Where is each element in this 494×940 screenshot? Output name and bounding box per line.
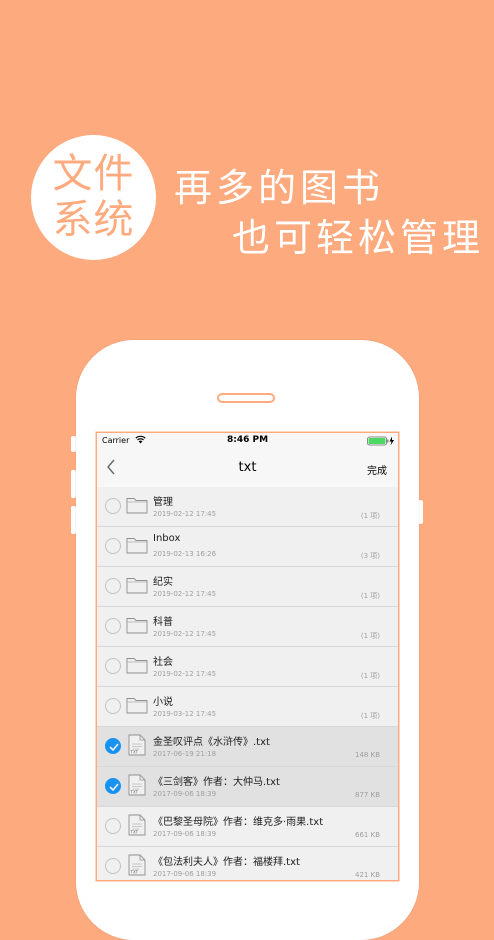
folder-row[interactable]: 管理 2019-02-12 17:45 (1 项) — [97, 487, 398, 527]
item-meta: (1 项) — [360, 592, 380, 600]
item-name: 《包法利夫人》作者：福楼拜.txt — [153, 857, 300, 868]
folder-icon — [126, 656, 148, 678]
badge-line-2: 系统 — [52, 197, 135, 243]
item-name: 纪实 — [153, 577, 173, 588]
phone-screen: Carrier 8:46 PM txt 完成 管理 2019-02-12 17:4… — [97, 433, 398, 880]
item-date: 2019-02-12 17:45 — [153, 630, 217, 638]
item-meta: (1 项) — [360, 672, 380, 680]
item-meta: (1 项) — [360, 632, 380, 640]
file-list: 管理 2019-02-12 17:45 (1 项) Inbox 2019-02-13 1… — [97, 487, 398, 880]
folder-icon — [126, 576, 148, 598]
select-checkbox[interactable] — [105, 698, 121, 714]
select-checkbox[interactable] — [105, 738, 121, 754]
item-name: 科普 — [153, 617, 173, 628]
select-checkbox[interactable] — [105, 618, 121, 634]
item-name: 《巴黎圣母院》作者：维克多·雨果.txt — [153, 817, 324, 828]
txt-file-icon: TXT — [128, 854, 146, 880]
item-meta: (1 项) — [360, 512, 380, 520]
promo-headline-1: 再多的图书 — [174, 166, 385, 210]
item-date: 2019-02-13 16:26 — [153, 550, 217, 558]
item-meta: (1 项) — [360, 712, 380, 720]
folder-row[interactable]: Inbox 2019-02-13 16:26 (3 项) — [97, 527, 398, 567]
item-meta: 877 KB — [355, 791, 380, 799]
select-checkbox[interactable] — [105, 778, 121, 794]
select-checkbox[interactable] — [105, 498, 121, 514]
folder-row[interactable]: 科普 2019-02-12 17:45 (1 项) — [97, 607, 398, 647]
select-checkbox[interactable] — [105, 818, 121, 834]
txt-file-icon: TXT — [128, 734, 146, 760]
nav-bar: txt 完成 — [97, 449, 398, 488]
item-name: 社会 — [153, 657, 173, 668]
status-time: 8:46 PM — [226, 435, 269, 445]
select-checkbox[interactable] — [105, 538, 121, 554]
svg-text:TXT: TXT — [130, 790, 139, 795]
promo-badge: 文件 系统 — [31, 135, 156, 260]
folder-icon — [126, 496, 148, 518]
file-row[interactable]: TXT 金圣叹评点《水浒传》.txt 2017-06-19 21:18 148 KB — [97, 727, 398, 767]
item-date: 2017-09-06 18:39 — [153, 830, 217, 838]
folder-row[interactable]: 纪实 2019-02-12 17:45 (1 项) — [97, 567, 398, 607]
item-name: 管理 — [153, 497, 173, 508]
folder-row[interactable]: 社会 2019-02-12 17:45 (1 项) — [97, 647, 398, 687]
item-meta: 661 KB — [355, 831, 380, 839]
phone-speaker — [217, 393, 275, 403]
svg-text:TXT: TXT — [130, 870, 139, 875]
badge-line-1: 文件 — [52, 151, 135, 197]
item-name: 小说 — [153, 697, 173, 708]
folder-icon — [126, 616, 148, 638]
item-date: 2017-09-06 18:39 — [153, 790, 217, 798]
select-checkbox[interactable] — [105, 578, 121, 594]
item-meta: 421 KB — [355, 871, 380, 879]
svg-text:TXT: TXT — [130, 830, 139, 835]
item-meta: 148 KB — [355, 751, 380, 759]
file-row[interactable]: TXT 《包法利夫人》作者：福楼拜.txt 2017-09-06 18:39 421 … — [97, 847, 398, 880]
svg-text:TXT: TXT — [130, 750, 139, 755]
item-date: 2019-03-12 17:45 — [153, 710, 217, 718]
item-name: 金圣叹评点《水浒传》.txt — [153, 737, 270, 748]
item-date: 2019-02-12 17:45 — [153, 670, 217, 678]
item-name: 《三剑客》作者：大仲马.txt — [153, 777, 280, 788]
select-checkbox[interactable] — [105, 858, 121, 874]
item-name: Inbox — [153, 533, 181, 544]
item-meta: (3 项) — [360, 552, 380, 560]
promo-headline-2: 也可轻松管理 — [232, 216, 485, 260]
item-date: 2017-09-06 18:39 — [153, 870, 217, 878]
file-row[interactable]: TXT 《三剑客》作者：大仲马.txt 2017-09-06 18:39 877 KB — [97, 767, 398, 807]
txt-file-icon: TXT — [128, 814, 146, 840]
item-date: 2017-06-19 21:18 — [153, 750, 217, 758]
done-button[interactable]: 完成 — [367, 462, 387, 477]
battery-charging-icon — [367, 436, 394, 446]
txt-file-icon: TXT — [128, 774, 146, 800]
file-row[interactable]: TXT 《巴黎圣母院》作者：维克多·雨果.txt 2017-09-06 18:39 6… — [97, 807, 398, 847]
item-date: 2019-02-12 17:45 — [153, 510, 217, 518]
folder-row[interactable]: 小说 2019-03-12 17:45 (1 项) — [97, 687, 398, 727]
status-bar: Carrier 8:46 PM — [97, 433, 398, 449]
select-checkbox[interactable] — [105, 658, 121, 674]
folder-icon — [126, 536, 148, 558]
item-date: 2019-02-12 17:45 — [153, 590, 217, 598]
folder-icon — [126, 696, 148, 718]
nav-title: txt — [238, 460, 257, 475]
